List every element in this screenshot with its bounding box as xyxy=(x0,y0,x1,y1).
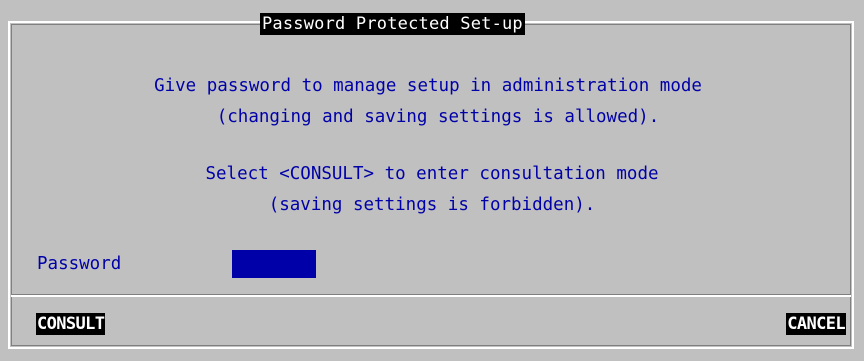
password-field[interactable] xyxy=(232,250,316,278)
dialog-title: Password Protected Set-up xyxy=(260,13,525,35)
consult-mode-note: (saving settings is forbidden). xyxy=(268,195,596,215)
consult-button[interactable]: CONSULT xyxy=(36,313,106,335)
cancel-button[interactable]: CANCEL xyxy=(786,313,846,335)
password-label: Password xyxy=(37,254,122,274)
dialog-frame-inner xyxy=(11,24,851,346)
admin-mode-note: (changing and saving settings is allowed… xyxy=(216,107,660,127)
button-separator xyxy=(11,294,851,297)
password-setup-dialog: Password Protected Set-up Give password … xyxy=(0,0,864,361)
consult-mode-message: Select <CONSULT> to enter consultation m… xyxy=(205,164,659,184)
admin-mode-message: Give password to manage setup in adminis… xyxy=(154,76,702,96)
